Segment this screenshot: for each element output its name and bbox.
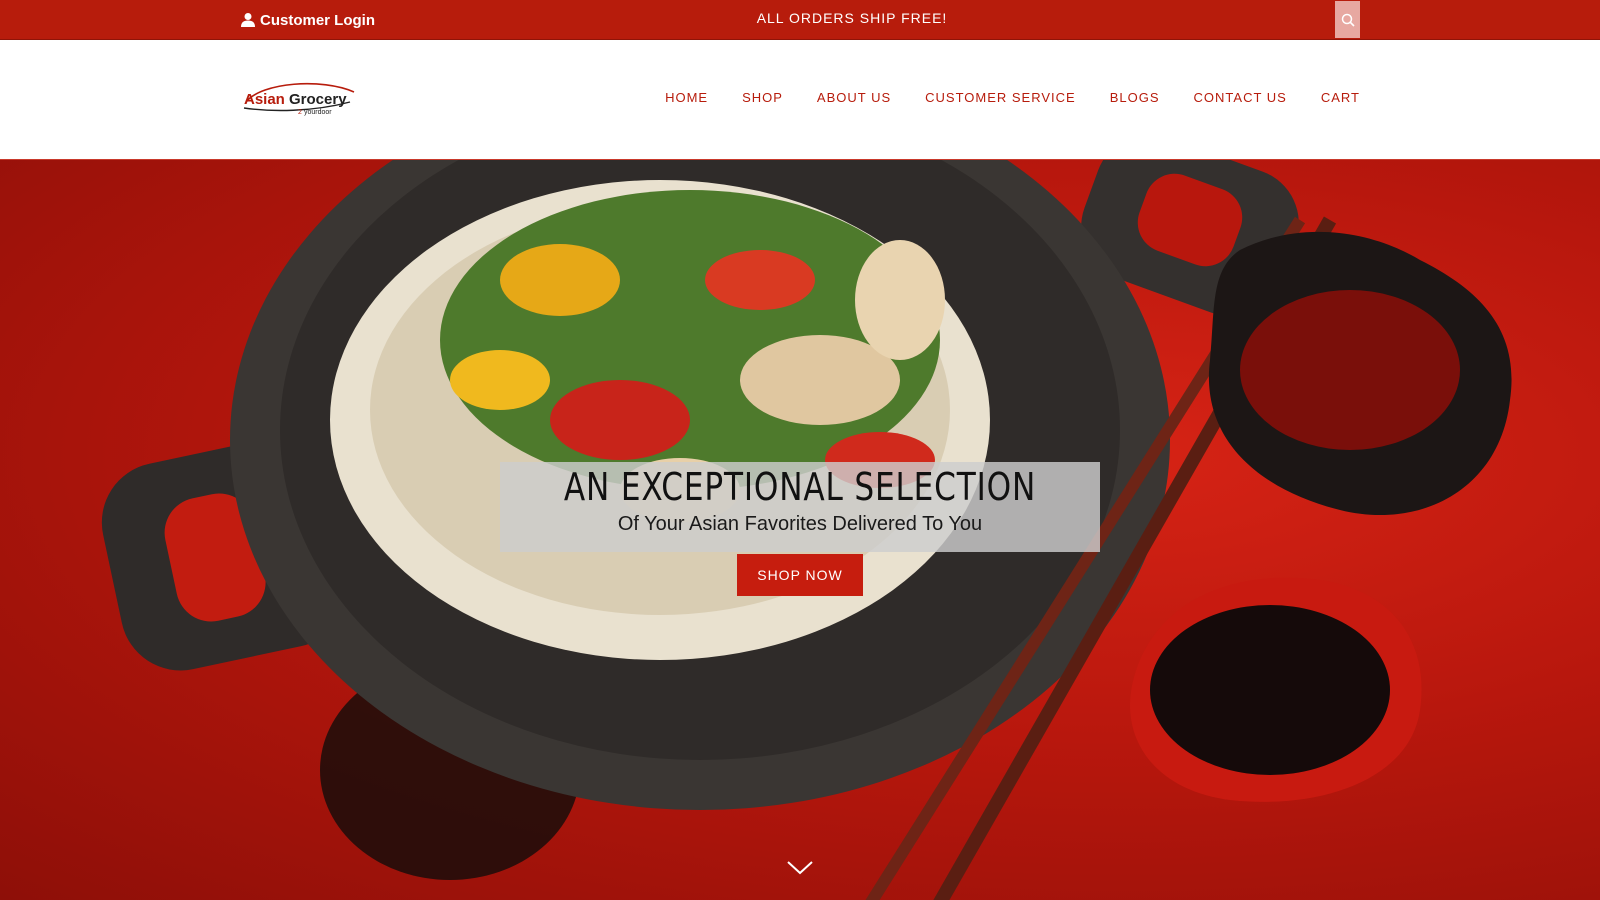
nav-contact-us[interactable]: CONTACT US xyxy=(1194,90,1287,105)
search-icon xyxy=(1341,13,1355,27)
nav-about-us[interactable]: ABOUT US xyxy=(817,90,891,105)
logo-tagline-number: 2 xyxy=(298,109,302,116)
nav-shop[interactable]: SHOP xyxy=(742,90,783,105)
logo-text-grocery: Grocery xyxy=(289,91,347,108)
chevron-down-icon[interactable] xyxy=(786,860,814,876)
logo-text-asian: Asian xyxy=(244,91,285,108)
free-shipping-banner: ALL ORDERS SHIP FREE! xyxy=(756,10,948,26)
top-bar: Customer Login ALL ORDERS SHIP FREE! xyxy=(0,0,1600,40)
nav-blogs[interactable]: BLOGS xyxy=(1110,90,1160,105)
hero-subtitle: Of Your Asian Favorites Delivered To You xyxy=(617,513,983,535)
nav-customer-service[interactable]: CUSTOMER SERVICE xyxy=(925,90,1076,105)
nav-cart[interactable]: CART xyxy=(1321,90,1360,105)
nav-home[interactable]: HOME xyxy=(665,90,708,105)
site-header: Asian Grocery 2 yourdoor HOME SHOP ABOUT… xyxy=(0,40,1600,160)
main-nav: HOME SHOP ABOUT US CUSTOMER SERVICE BLOG… xyxy=(665,90,1360,105)
hero-banner: AN EXCEPTIONAL SELECTION Of Your Asian F… xyxy=(0,160,1600,900)
logo-tagline: yourdoor xyxy=(304,109,332,116)
shop-now-button[interactable]: SHOP NOW xyxy=(737,554,863,596)
hero-caption-box: AN EXCEPTIONAL SELECTION Of Your Asian F… xyxy=(500,462,1100,552)
site-logo[interactable]: Asian Grocery 2 yourdoor xyxy=(242,78,362,118)
hero-title: AN EXCEPTIONAL SELECTION xyxy=(563,465,1037,509)
search-button[interactable] xyxy=(1335,1,1360,38)
